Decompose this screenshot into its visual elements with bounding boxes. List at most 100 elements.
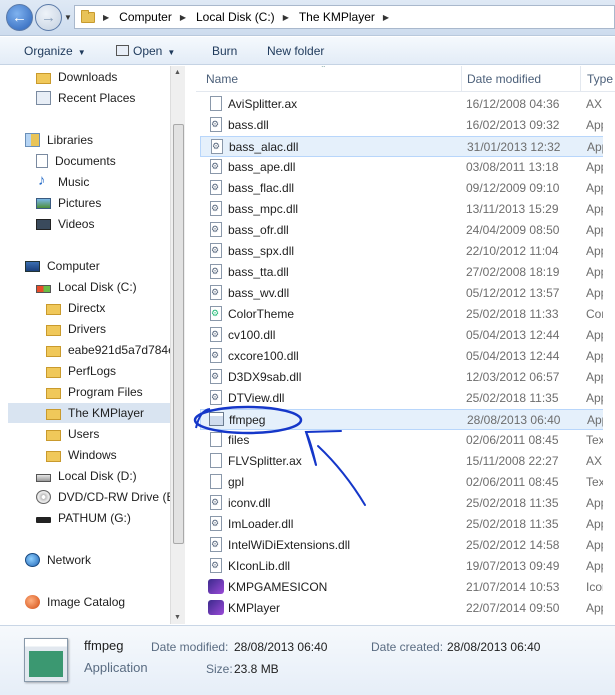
file-row[interactable]: DTView.dll25/02/2018 11:35Appli (200, 388, 615, 409)
folder-icon (46, 408, 61, 420)
nav-item-dvd-drive[interactable]: DVD/CD-RW Drive (E: (36, 487, 178, 507)
usb-drive-icon (36, 517, 51, 523)
nav-item-computer[interactable]: Computer (25, 256, 100, 276)
file-list-scrollbar[interactable] (603, 92, 615, 624)
file-row[interactable]: cxcore100.dll05/04/2013 12:44Appli (200, 346, 615, 367)
file-row[interactable]: KMPlayer 22/07/2014 09:50 Appli (200, 598, 615, 619)
path-box[interactable]: ▶ Computer ▶ Local Disk (C:) ▶ The KMPla… (74, 5, 615, 29)
open-button[interactable]: Open ▼ (116, 44, 175, 58)
dll-file-icon (210, 369, 222, 384)
nav-item-label: Computer (47, 259, 100, 273)
file-row[interactable]: gpl02/06/2011 08:45Text D (200, 472, 615, 493)
file-row[interactable]: iconv.dll25/02/2018 11:35Appli (200, 493, 615, 514)
back-button[interactable]: ← (6, 4, 33, 31)
file-row[interactable]: bass_tta.dll27/02/2008 18:19Appli (200, 262, 615, 283)
file-date: 16/12/2008 04:36 (466, 97, 560, 111)
file-row[interactable]: ImLoader.dll25/02/2018 11:35Appli (200, 514, 615, 535)
nav-item-the-kmplayer[interactable]: The KMPlayer (8, 403, 170, 423)
breadcrumb-chevron-icon[interactable]: ▶ (283, 13, 289, 22)
file-row[interactable]: bass_ofr.dll24/04/2009 08:50Appli (200, 220, 615, 241)
documents-icon (36, 154, 48, 168)
file-row[interactable]: bass.dll16/02/2013 09:32Appli (200, 115, 615, 136)
column-divider[interactable] (461, 66, 462, 92)
burn-button[interactable]: Burn (212, 44, 237, 58)
breadcrumb-chevron-icon[interactable]: ▶ (383, 13, 389, 22)
nav-item-program-files[interactable]: Program Files (46, 382, 143, 402)
breadcrumb-computer[interactable]: Computer (119, 10, 172, 24)
file-name: ColorTheme (228, 307, 295, 321)
folder-icon (46, 387, 61, 399)
breadcrumb-local-disk-c[interactable]: Local Disk (C:) (196, 10, 275, 24)
nav-item-pictures[interactable]: Pictures (36, 193, 101, 213)
file-row[interactable]: KMPGAMESICON 21/07/2014 10:53 Icon (200, 577, 615, 598)
nav-item-image-catalog[interactable]: Image Catalog (25, 592, 125, 612)
nav-item-local-disk-d[interactable]: Local Disk (D:) (36, 466, 137, 486)
file-date: 13/11/2013 15:29 (466, 202, 559, 216)
nav-item-music[interactable]: Music (36, 172, 89, 192)
nav-item-label: eabe921d5a7d784e6 (68, 343, 182, 357)
file-row[interactable]: ColorTheme25/02/2018 11:33Confi (200, 304, 615, 325)
file-row[interactable]: D3DX9sab.dll12/03/2012 06:57Appli (200, 367, 615, 388)
dll-file-icon (210, 201, 222, 216)
file-row[interactable]: KIconLib.dll19/07/2013 09:49Appli (200, 556, 615, 577)
nav-item-videos[interactable]: Videos (36, 214, 94, 234)
recent-pages-dropdown-icon[interactable]: ▼ (64, 13, 72, 22)
new-folder-button[interactable]: New folder (267, 44, 324, 58)
forward-button[interactable]: → (35, 4, 62, 31)
nav-item-recent-places[interactable]: Recent Places (36, 88, 135, 108)
music-icon (36, 172, 51, 189)
nav-scrollbar-thumb[interactable] (173, 124, 184, 544)
pane-splitter[interactable] (186, 66, 196, 624)
file-name: bass_ape.dll (228, 160, 296, 174)
nav-item-label: Music (58, 175, 90, 189)
nav-item-drivers[interactable]: Drivers (46, 319, 106, 339)
file-row[interactable]: IntelWiDiExtensions.dll25/02/2012 14:58A… (200, 535, 615, 556)
videos-icon (36, 218, 51, 230)
dll-file-icon (210, 327, 222, 342)
file-name: files (228, 433, 250, 447)
file-row-selected[interactable]: ffmpeg 28/08/2013 06:40 Appli (200, 409, 615, 430)
nav-item-eabe-folder[interactable]: eabe921d5a7d784e6 (46, 340, 181, 360)
nav-item-documents[interactable]: Documents (36, 151, 116, 171)
date-modified-value: 28/08/2013 06:40 (234, 640, 328, 654)
nav-item-downloads[interactable]: Downloads (36, 67, 117, 87)
file-row[interactable]: bass_wv.dll05/12/2012 13:57Appli (200, 283, 615, 304)
column-header-name[interactable]: Name (206, 72, 238, 86)
nav-item-perflogs[interactable]: PerfLogs (46, 361, 116, 381)
dropdown-arrow-icon: ▼ (77, 48, 86, 57)
file-date: 25/02/2018 11:35 (466, 391, 559, 405)
folder-icon (46, 366, 61, 378)
nav-item-local-disk-c[interactable]: Local Disk (C:) (36, 277, 137, 297)
nav-item-pathum-g[interactable]: PATHUM (G:) (36, 508, 131, 528)
file-row[interactable]: bass_ape.dll03/08/2011 13:18Appli (200, 157, 615, 178)
file-row[interactable]: bass_alac.dll31/01/2013 12:32Appli (200, 136, 615, 157)
nav-item-windows[interactable]: Windows (46, 445, 117, 465)
nav-item-libraries[interactable]: Libraries (25, 130, 93, 150)
file-row[interactable]: cv100.dll05/04/2013 12:44Appli (200, 325, 615, 346)
file-row[interactable]: bass_spx.dll22/10/2012 11:04Appli (200, 241, 615, 262)
nav-item-directx[interactable]: Directx (46, 298, 105, 318)
scroll-up-arrow-icon[interactable]: ▲ (174, 69, 181, 76)
nav-item-network[interactable]: Network (25, 550, 91, 570)
kmplayer-icon (208, 579, 224, 594)
file-date: 12/03/2012 06:57 (466, 370, 560, 384)
nav-scrollbar[interactable]: ▲ ▼ (170, 66, 185, 624)
file-row[interactable]: bass_flac.dll09/12/2009 09:10Appli (200, 178, 615, 199)
dropdown-arrow-icon: ▼ (167, 48, 176, 57)
breadcrumb-kmplayer[interactable]: The KMPlayer (299, 10, 375, 24)
file-row[interactable]: bass_mpc.dll13/11/2013 15:29Appli (200, 199, 615, 220)
text-file-icon (210, 474, 222, 489)
breadcrumb-chevron-icon[interactable]: ▶ (180, 13, 186, 22)
column-divider[interactable] (580, 66, 581, 92)
file-row[interactable]: AviSplitter.ax 16/12/2008 04:36 AX Fi (200, 94, 615, 115)
column-header-date-modified[interactable]: Date modified (467, 72, 541, 86)
file-row[interactable]: files02/06/2011 08:45Text D (200, 430, 615, 451)
organize-button[interactable]: Organize ▼ (24, 44, 86, 58)
nav-item-users[interactable]: Users (46, 424, 99, 444)
file-row[interactable]: FLVSplitter.ax 15/11/2008 22:27 AX Fi (200, 451, 615, 472)
details-file-kind: Application (84, 660, 148, 675)
scroll-down-arrow-icon[interactable]: ▼ (174, 614, 181, 621)
file-date: 31/01/2013 12:32 (467, 140, 561, 154)
breadcrumb-chevron-icon[interactable]: ▶ (103, 13, 109, 22)
column-header-type[interactable]: Type (587, 72, 613, 86)
